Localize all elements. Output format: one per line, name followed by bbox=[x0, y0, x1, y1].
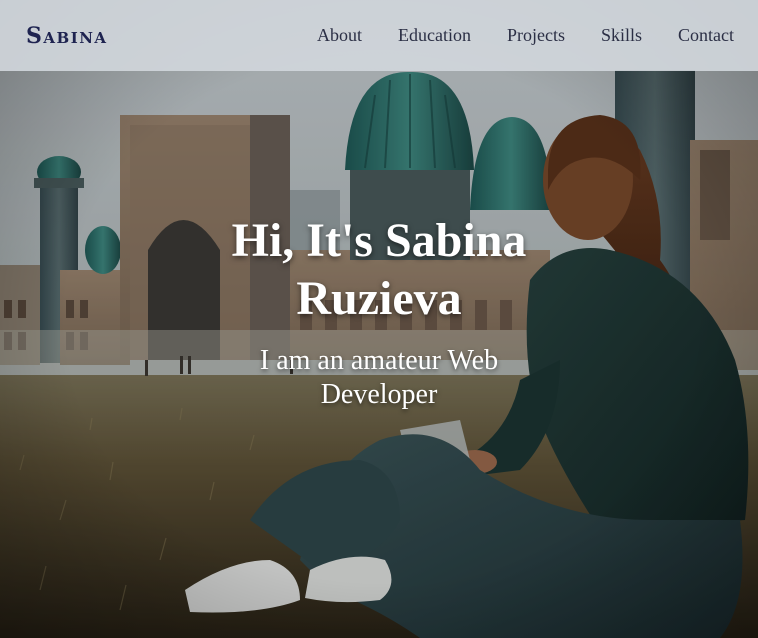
navbar: Sabina About Education Projects Skills C… bbox=[0, 0, 758, 71]
hero-title: Hi, It's Sabina Ruzieva bbox=[231, 214, 527, 325]
nav-links: About Education Projects Skills Contact bbox=[317, 25, 734, 46]
nav-link-skills[interactable]: Skills bbox=[601, 25, 642, 46]
page: Sabina About Education Projects Skills C… bbox=[0, 0, 758, 638]
hero-subtitle: I am an amateur Web Developer bbox=[259, 345, 499, 410]
nav-link-about[interactable]: About bbox=[317, 25, 362, 46]
hero-section: Hi, It's Sabina Ruzieva I am an amateur … bbox=[0, 212, 758, 412]
nav-link-contact[interactable]: Contact bbox=[678, 25, 734, 46]
nav-link-projects[interactable]: Projects bbox=[507, 25, 565, 46]
logo-link[interactable]: Sabina bbox=[26, 23, 108, 49]
nav-link-education[interactable]: Education bbox=[398, 25, 471, 46]
